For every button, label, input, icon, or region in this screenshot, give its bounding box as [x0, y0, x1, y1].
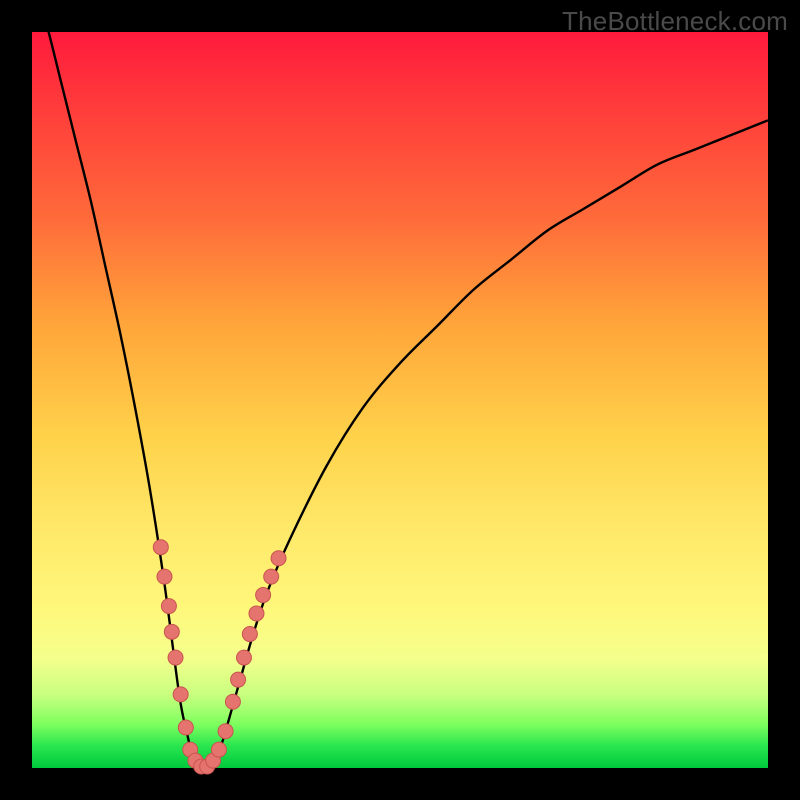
curve-marker [178, 720, 193, 735]
curve-marker [271, 551, 286, 566]
curve-marker [168, 650, 183, 665]
curve-marker [256, 588, 271, 603]
curve-marker [249, 606, 264, 621]
curve-marker [161, 599, 176, 614]
curve-marker [264, 569, 279, 584]
curve-marker [242, 627, 257, 642]
curve-marker [157, 569, 172, 584]
curve-marker [173, 687, 188, 702]
curve-markers [153, 540, 286, 774]
curve-marker [231, 672, 246, 687]
curve-marker [236, 650, 251, 665]
curve-marker [211, 742, 226, 757]
curve-marker [225, 694, 240, 709]
curve-marker [164, 624, 179, 639]
curve-marker [218, 724, 233, 739]
bottleneck-curve [32, 0, 768, 769]
chart-frame: TheBottleneck.com [0, 0, 800, 800]
curve-marker [153, 540, 168, 555]
curve-layer [32, 32, 768, 768]
